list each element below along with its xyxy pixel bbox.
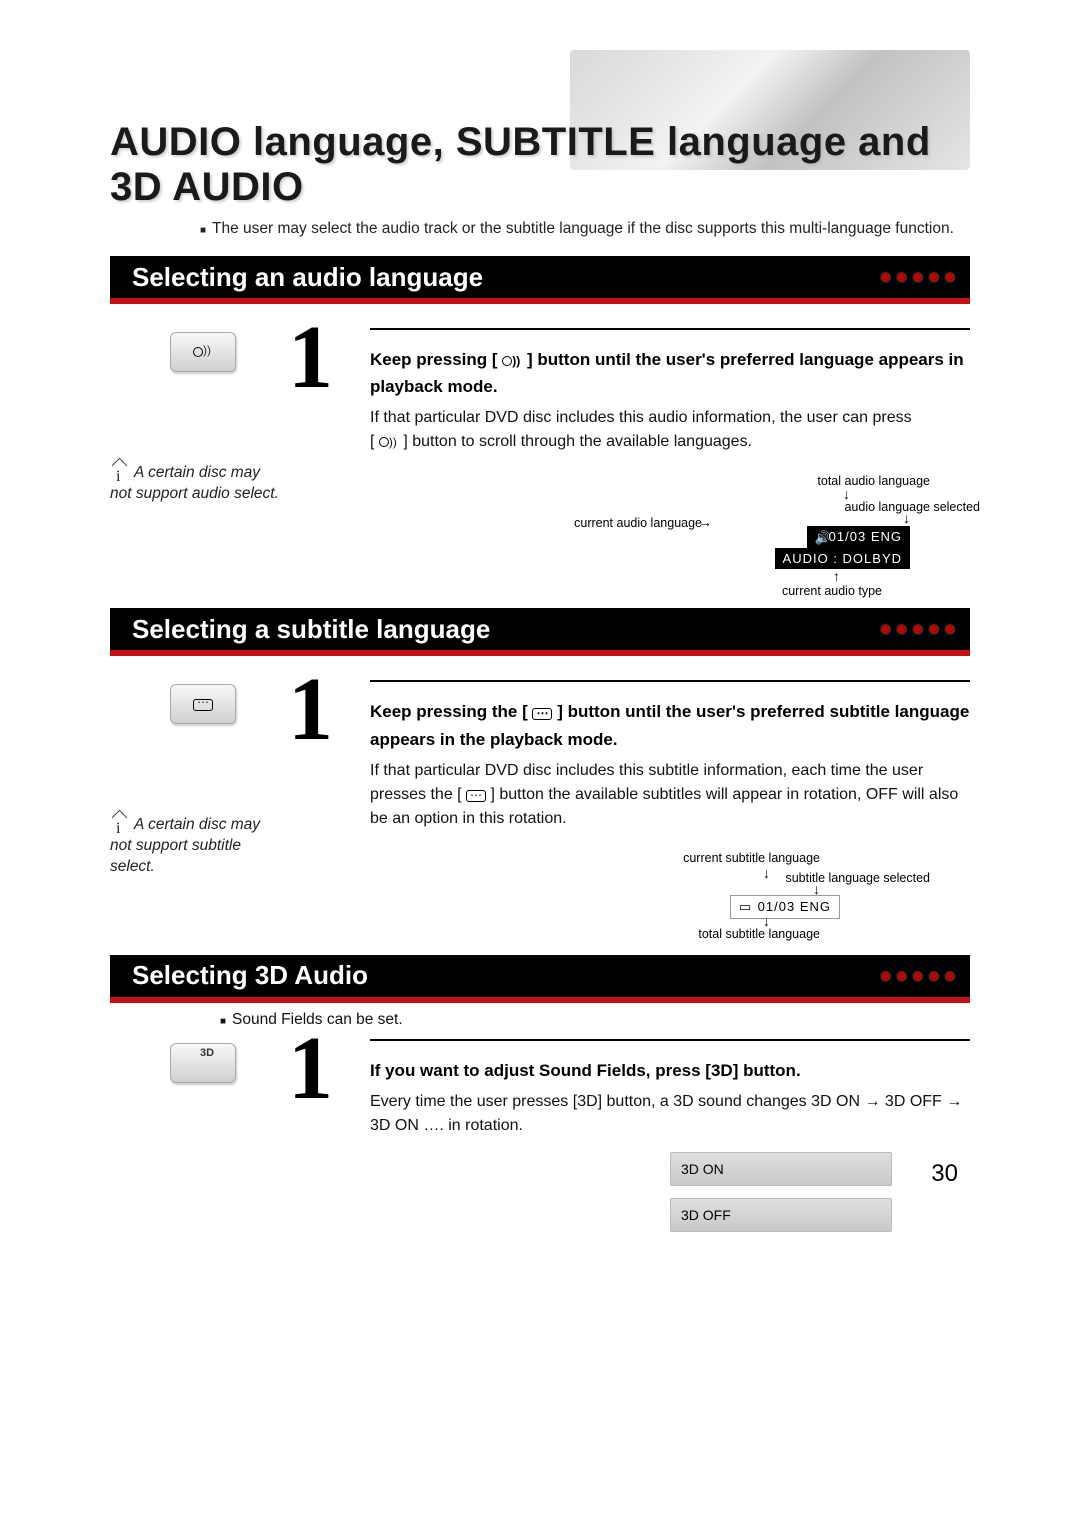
step-number: 1 [288, 674, 370, 746]
info-icon [110, 814, 128, 836]
page-number: 30 [931, 1160, 958, 1188]
3d-on-bar: 3D ON [670, 1152, 892, 1186]
page-title: AUDIO language, SUBTITLE language and 3D… [110, 120, 970, 210]
3d-button-label: 3D [200, 1047, 214, 1059]
subtitle-step-body: If that particular DVD disc includes thi… [370, 759, 970, 831]
audio-icon [502, 354, 522, 368]
subtitle-icon [466, 788, 486, 802]
subtitle-icon [193, 697, 213, 711]
section-bar-subtitle: Selecting a subtitle language ●●●●● [110, 608, 970, 650]
section-title-3d: Selecting 3D Audio [110, 960, 368, 991]
subtitle-icon [532, 706, 552, 720]
info-icon [110, 462, 128, 484]
subtitle-note: A certain disc may not support subtitle … [110, 814, 280, 878]
subtitle-osd: ▭ 01/03 ENG [730, 895, 840, 920]
dots-decoration: ●●●●● [880, 266, 960, 289]
section-bar-3d: Selecting 3D Audio ●●●●● [110, 955, 970, 997]
3d-step-body: Every time the user presses [3D] button,… [370, 1090, 970, 1138]
section-title-subtitle: Selecting a subtitle language [110, 614, 490, 645]
subtitle-diagram: current subtitle language subtitle langu… [370, 851, 970, 941]
3d-remote-button: 3D [170, 1043, 236, 1083]
audio-step-heading: Keep pressing [ ] button until the user'… [370, 346, 970, 400]
audio-remote-button [170, 332, 236, 372]
audio-note: A certain disc may not support audio sel… [110, 462, 280, 505]
audio-icon [379, 435, 399, 449]
3d-display: 3D ON 3D OFF [670, 1152, 970, 1232]
step-number: 1 [288, 322, 370, 394]
subtitle-remote-button [170, 684, 236, 724]
3d-off-bar: 3D OFF [670, 1198, 892, 1232]
audio-step-body: If that particular DVD disc includes thi… [370, 406, 970, 454]
subtitle-step-heading: Keep pressing the [ ] button until the u… [370, 698, 970, 752]
dots-decoration: ●●●●● [880, 965, 960, 988]
audio-osd-bottom: AUDIO : DOLBYD [775, 548, 910, 569]
section-bar-audio: Selecting an audio language ●●●●● [110, 256, 970, 298]
audio-icon [193, 345, 213, 359]
audio-diagram: total audio language audio language sele… [370, 474, 970, 594]
section-title-audio: Selecting an audio language [110, 262, 483, 293]
3d-step-heading: If you want to adjust Sound Fields, pres… [370, 1057, 970, 1084]
audio-osd-top: 🔊01/03 ENG [807, 526, 910, 549]
step-number: 1 [288, 1033, 370, 1105]
dots-decoration: ●●●●● [880, 618, 960, 641]
intro-text: The user may select the audio track or t… [110, 220, 970, 238]
